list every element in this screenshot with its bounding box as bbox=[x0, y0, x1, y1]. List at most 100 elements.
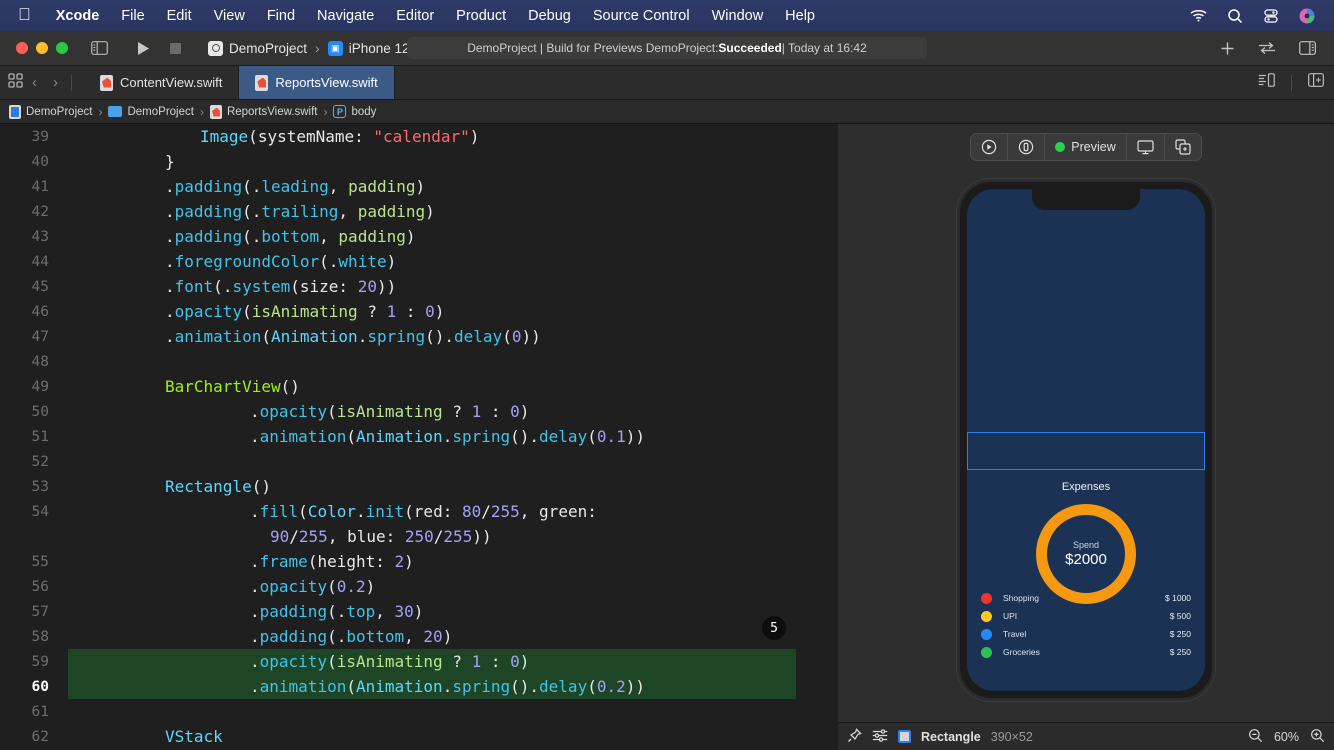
code-token: . bbox=[250, 552, 260, 571]
zoom-out-icon[interactable] bbox=[1248, 728, 1263, 746]
code-line[interactable]: 57 .padding(.top, 30) bbox=[0, 599, 838, 624]
code-token: )) bbox=[521, 327, 541, 346]
code-token: opacity bbox=[259, 577, 328, 596]
zoom-in-icon[interactable] bbox=[1310, 728, 1325, 746]
code-token: (). bbox=[425, 327, 455, 346]
code-line[interactable]: 62 VStack bbox=[0, 724, 838, 749]
menu-item-edit[interactable]: Edit bbox=[156, 6, 203, 26]
build-status-bar[interactable]: DemoProject | Build for Previews DemoPro… bbox=[407, 37, 927, 59]
scheme-selector[interactable]: DemoProject › ▣ iPhone 12 bbox=[208, 40, 410, 56]
selected-view-outline[interactable] bbox=[967, 432, 1205, 470]
code-token: delay bbox=[539, 427, 588, 446]
code-review-icon[interactable] bbox=[1254, 36, 1280, 60]
breadcrumb-item-folder[interactable]: DemoProject bbox=[127, 106, 193, 118]
code-line-highlighted[interactable]: 59 .opacity(isAnimating ? 1 : 0) bbox=[0, 649, 838, 674]
menu-item-editor[interactable]: Editor bbox=[385, 6, 445, 26]
duplicate-preview-icon[interactable] bbox=[1165, 134, 1201, 160]
code-line[interactable]: 52 bbox=[0, 449, 838, 474]
nav-back-button[interactable]: ‹ bbox=[25, 74, 44, 91]
code-token: 255 bbox=[443, 527, 473, 546]
plus-icon[interactable] bbox=[1214, 36, 1240, 60]
code-token: delay bbox=[454, 327, 503, 346]
code-token: ( bbox=[242, 202, 252, 221]
code-text: .padding(.bottom, 20) bbox=[250, 627, 452, 646]
code-line[interactable]: 48 bbox=[0, 349, 838, 374]
code-line[interactable]: 51 .animation(Animation.spring().delay(0.… bbox=[0, 424, 838, 449]
code-line[interactable]: 44 .foregroundColor(.white) bbox=[0, 249, 838, 274]
code-line[interactable]: 45 .font(.system(size: 20)) bbox=[0, 274, 838, 299]
code-editor[interactable]: 39 Image(systemName: "calendar") 40} 41 .pad… bbox=[0, 124, 838, 750]
breadcrumb-item-project[interactable]: DemoProject bbox=[26, 106, 92, 118]
minimap-icon[interactable] bbox=[1258, 73, 1275, 92]
pin-icon[interactable] bbox=[847, 727, 862, 746]
code-line[interactable]: 47 .animation(Animation.spring().delay(0)… bbox=[0, 324, 838, 349]
code-line[interactable]: 43 .padding(.bottom, padding) bbox=[0, 224, 838, 249]
code-line[interactable]: 41 .padding(.leading, padding) bbox=[0, 174, 838, 199]
legend-color-dot bbox=[981, 646, 992, 658]
code-line[interactable]: 90/255, blue: 250/255)) bbox=[0, 524, 838, 549]
add-editor-icon[interactable] bbox=[1308, 73, 1324, 92]
menu-item-debug[interactable]: Debug bbox=[517, 6, 582, 26]
code-line[interactable]: 40} bbox=[0, 149, 838, 174]
tab-reportsview[interactable]: ReportsView.swift bbox=[239, 66, 395, 99]
code-line[interactable]: 54 .fill(Color.init(red: 80/255, green: bbox=[0, 499, 838, 524]
control-center-icon[interactable] bbox=[1261, 6, 1280, 25]
display-icon[interactable] bbox=[1127, 134, 1165, 160]
nav-forward-button[interactable]: › bbox=[46, 74, 65, 91]
preview-status[interactable]: Preview bbox=[1045, 134, 1127, 160]
toolbar-right-group bbox=[1214, 36, 1324, 60]
menu-item-xcode[interactable]: Xcode bbox=[45, 6, 111, 26]
breadcrumb-item-file[interactable]: ReportsView.swift bbox=[227, 106, 318, 118]
apple-logo-icon[interactable]:  bbox=[10, 6, 45, 25]
stop-icon[interactable] bbox=[162, 36, 188, 60]
search-icon[interactable] bbox=[1225, 6, 1244, 25]
minimize-button[interactable] bbox=[36, 42, 48, 54]
line-number: 58 bbox=[31, 628, 49, 645]
code-line[interactable]: 49 BarChartView() bbox=[0, 374, 838, 399]
toggle-navigator-icon[interactable] bbox=[86, 36, 112, 60]
device-notch bbox=[1032, 189, 1140, 210]
toggle-inspector-icon[interactable] bbox=[1294, 36, 1320, 60]
tab-contentview[interactable]: ContentView.swift bbox=[84, 66, 240, 99]
code-line[interactable]: 56 .opacity(0.2) bbox=[0, 574, 838, 599]
code-token: . bbox=[222, 277, 233, 296]
menu-item-view[interactable]: View bbox=[203, 6, 256, 26]
menu-item-product[interactable]: Product bbox=[445, 6, 517, 26]
code-token: . bbox=[250, 402, 260, 421]
menu-item-navigate[interactable]: Navigate bbox=[306, 6, 385, 26]
code-line[interactable]: 53 Rectangle() bbox=[0, 474, 838, 499]
code-line[interactable]: 50 .opacity(isAnimating ? 1 : 0) bbox=[0, 399, 838, 424]
menu-item-window[interactable]: Window bbox=[701, 6, 775, 26]
canvas-status-bar: Rectangle 390×52 60% bbox=[838, 722, 1334, 750]
variants-icon[interactable] bbox=[872, 728, 888, 745]
code-token: ? bbox=[357, 302, 387, 321]
code-line[interactable]: 55 .frame(height: 2) bbox=[0, 549, 838, 574]
wifi-icon[interactable] bbox=[1189, 6, 1208, 25]
code-line-highlighted[interactable]: 60 .animation(Animation.spring().delay(0.… bbox=[0, 674, 838, 699]
user-avatar-icon[interactable] bbox=[1297, 6, 1316, 25]
menu-item-help[interactable]: Help bbox=[774, 6, 826, 26]
code-line[interactable]: 58 .padding(.bottom, 20) 5 bbox=[0, 616, 838, 649]
code-line[interactable]: 42 .padding(.trailing, padding) bbox=[0, 199, 838, 224]
tab-grid-icon[interactable] bbox=[8, 72, 23, 93]
spend-amount: $2000 bbox=[1065, 551, 1107, 568]
close-button[interactable] bbox=[16, 42, 28, 54]
menu-item-source-control[interactable]: Source Control bbox=[582, 6, 701, 26]
run-icon[interactable] bbox=[130, 36, 156, 60]
device-settings-icon[interactable] bbox=[1008, 134, 1046, 160]
code-line[interactable]: 46 .opacity(isAnimating ? 1 : 0) bbox=[0, 299, 838, 324]
code-token: . bbox=[357, 327, 368, 346]
code-token: / bbox=[433, 527, 444, 546]
code-line[interactable]: 39 Image(systemName: "calendar") bbox=[0, 124, 838, 149]
legend-row: Shopping $ 1000 bbox=[981, 589, 1191, 607]
device-screen[interactable]: Expenses Spend $2000 Shopping $ 1000 UPI $ … bbox=[967, 189, 1205, 691]
code-token: . bbox=[250, 627, 260, 646]
breadcrumb-item-body[interactable]: body bbox=[351, 106, 376, 118]
menu-item-file[interactable]: File bbox=[110, 6, 155, 26]
code-token: size bbox=[299, 277, 339, 296]
menu-item-find[interactable]: Find bbox=[256, 6, 306, 26]
code-line[interactable]: 61 bbox=[0, 699, 838, 724]
issue-count-badge[interactable]: 5 bbox=[762, 616, 786, 640]
live-preview-play-icon[interactable] bbox=[971, 134, 1009, 160]
zoom-button[interactable] bbox=[56, 42, 68, 54]
